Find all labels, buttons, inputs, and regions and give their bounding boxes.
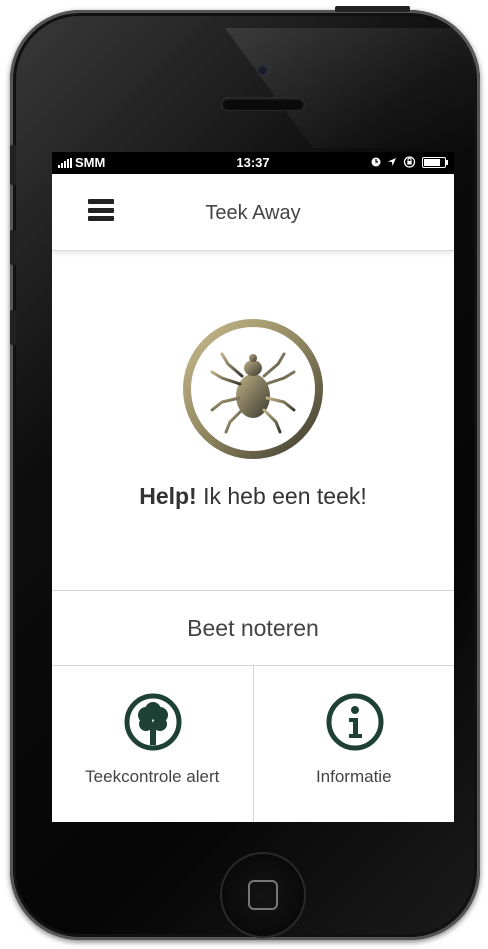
home-square-icon xyxy=(248,880,278,910)
status-icons xyxy=(371,156,448,168)
help-tick-section[interactable]: Help! Ik heb een teek! xyxy=(52,251,454,589)
power-button xyxy=(335,6,410,12)
action-tiles: Teekcontrole alert Informatie xyxy=(52,665,454,822)
status-bar: SMM 13:37 xyxy=(52,152,454,174)
beet-noteren-label: Beet noteren xyxy=(187,614,319,641)
mute-switch xyxy=(10,145,16,185)
help-heading: Help! Ik heb een teek! xyxy=(52,483,454,510)
earpiece-speaker xyxy=(222,98,304,110)
battery-icon xyxy=(422,156,448,168)
app-title: Teek Away xyxy=(205,202,301,224)
orientation-lock-icon xyxy=(403,156,416,168)
informatie-label: Informatie xyxy=(315,767,392,786)
help-heading-bold: Help! xyxy=(139,483,197,509)
teekcontrole-alert-label: Teekcontrole alert xyxy=(85,767,220,786)
clock-icon xyxy=(371,157,381,167)
help-heading-rest: Ik heb een teek! xyxy=(196,483,367,509)
app-screen: Teek Away Help! Ik heb een teek! Beet no… xyxy=(52,174,454,822)
tick-icon[interactable] xyxy=(182,318,324,460)
front-camera xyxy=(257,65,268,76)
beet-noteren-button[interactable]: Beet noteren xyxy=(52,590,454,666)
informatie-button[interactable]: Informatie xyxy=(252,665,455,822)
teekcontrole-alert-button[interactable]: Teekcontrole alert xyxy=(52,665,253,822)
screen-glare xyxy=(225,28,475,148)
location-arrow-icon xyxy=(388,158,396,166)
info-icon xyxy=(326,693,383,751)
volume-down-button xyxy=(10,310,16,345)
home-button[interactable] xyxy=(222,854,304,936)
volume-up-button xyxy=(10,230,16,265)
tree-icon xyxy=(124,693,182,751)
navigation-bar: Teek Away xyxy=(52,174,454,251)
